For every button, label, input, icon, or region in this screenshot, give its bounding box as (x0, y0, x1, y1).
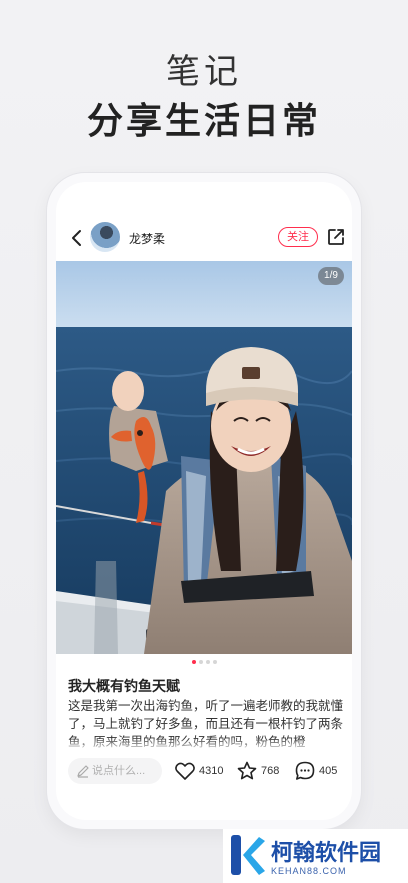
note-screen: 龙梦柔 关注 1/9 我大概有钓鱼天赋 这是我第一次出海钓鱼，听了一遍老师教的我… (56, 182, 352, 820)
avatar[interactable] (90, 222, 120, 252)
watermark-name: 柯翰软件园 (271, 841, 382, 866)
watermark-domain: KEHAN88.COM (271, 866, 347, 876)
author-name[interactable]: 龙梦柔 (129, 230, 165, 247)
text-fade (56, 738, 352, 752)
promo-subtitle: 笔记 (166, 52, 242, 92)
kehan-logo-icon (231, 835, 265, 875)
carousel-dot (191, 660, 196, 664)
carousel-dot (198, 660, 203, 664)
post-photo[interactable]: 1/9 (56, 261, 352, 654)
post-header: 龙梦柔 关注 (56, 218, 352, 258)
engagement-bar: 说点什么... 4310 768 405 (56, 754, 352, 790)
like-count: 4310 (199, 765, 224, 777)
post-title: 我大概有钓鱼天赋 (68, 679, 180, 695)
comment-input[interactable]: 说点什么... (68, 758, 162, 784)
follow-button[interactable]: 关注 (278, 227, 318, 247)
carousel-dot (205, 660, 210, 664)
comment-placeholder: 说点什么... (92, 765, 146, 777)
share-icon[interactable] (325, 226, 347, 248)
heart-icon (175, 762, 195, 780)
comment-count: 405 (319, 765, 338, 777)
site-watermark: 柯翰软件园 KEHAN88.COM (223, 829, 408, 883)
fishing-photo (56, 261, 352, 654)
pencil-icon (77, 765, 89, 778)
image-counter: 1/9 (318, 267, 344, 285)
carousel-dots (56, 660, 352, 664)
chevron-left-icon[interactable] (66, 226, 88, 250)
star-icon (237, 761, 257, 780)
promo-headline: 分享生活日常 (86, 101, 321, 142)
comment-bubble-icon (295, 761, 315, 780)
carousel-dot (212, 660, 217, 664)
favorite-count: 768 (261, 765, 280, 777)
